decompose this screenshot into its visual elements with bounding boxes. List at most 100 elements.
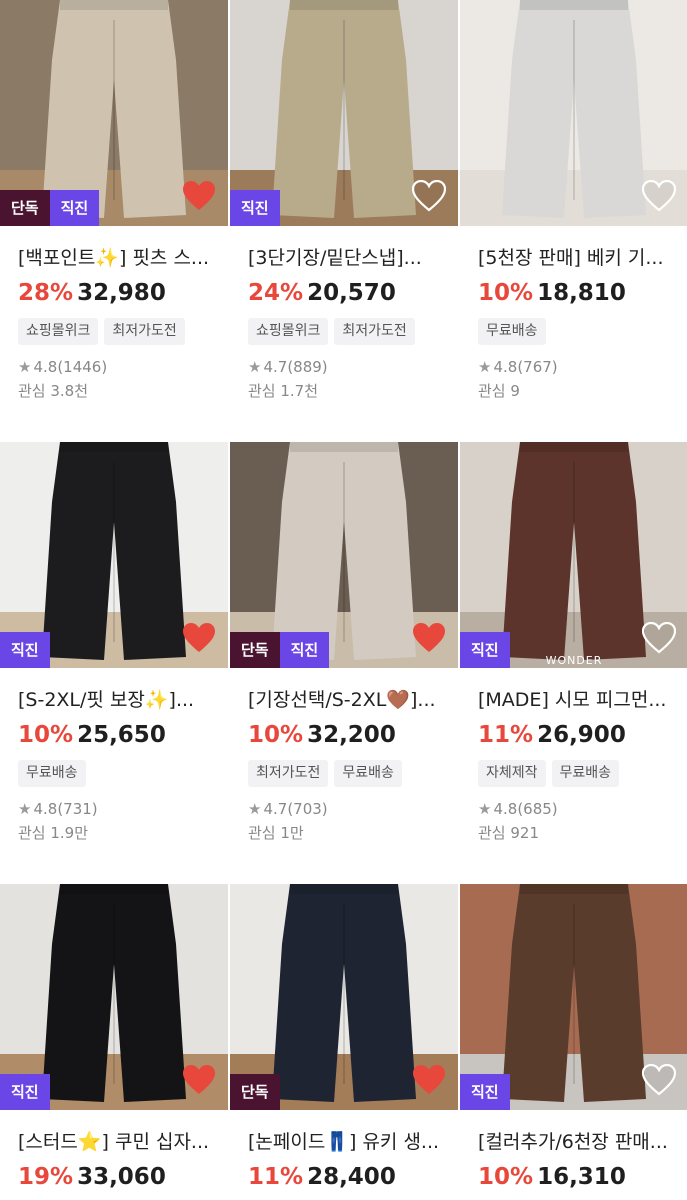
product-tag: 무료배송 [334, 760, 402, 787]
review-count: (1446) [57, 358, 108, 376]
product-tag: 쇼핑몰위크 [18, 318, 99, 345]
product-title[interactable]: [5천장 판매] 베키 기... [478, 246, 678, 270]
heart-outline-icon[interactable] [642, 180, 676, 212]
sale-price: 28,400 [307, 1164, 396, 1190]
product-image[interactable] [460, 0, 687, 226]
product-card[interactable]: 단독 직진 [백포인트✨] 핏츠 스... 28% 32,980 쇼핑몰위크 최저가도전 ★ 4… [0, 0, 228, 401]
review-count: (767) [517, 358, 558, 376]
heart-filled-icon[interactable] [412, 622, 446, 654]
star-icon: ★ [248, 800, 262, 818]
product-tag: 무료배송 [551, 760, 620, 787]
price-row: 11% 28,400 [248, 1162, 458, 1192]
discount-rate: 10% [248, 722, 304, 748]
star-icon: ★ [18, 800, 32, 818]
sale-price: 18,810 [537, 280, 626, 306]
price-row: 11% 26,900 [478, 720, 687, 750]
discount-rate: 10% [18, 722, 74, 748]
price-row: 10% 18,810 [478, 278, 687, 308]
tag-list: 자체제작 무료배송 [478, 760, 687, 787]
heart-filled-icon[interactable] [182, 180, 216, 212]
rating-row: ★ 4.8(685) [478, 799, 687, 819]
exclusive-badge: 단독 [230, 1074, 280, 1110]
badge-group: 직진 [0, 632, 50, 668]
product-card[interactable]: 직진 [컬러추가/6천장 판매... 10% 16,310 [460, 884, 687, 1192]
product-tag: 최저가도전 [334, 318, 415, 345]
review-count: (685) [517, 800, 558, 818]
interest-count: 관심 1만 [248, 824, 304, 842]
discount-rate: 11% [248, 1164, 304, 1190]
price-row: 10% 32,200 [248, 720, 458, 750]
badge-group: 단독 직진 [0, 190, 100, 226]
badge-group: 직진 [0, 1074, 50, 1110]
heart-filled-icon[interactable] [412, 1064, 446, 1096]
product-card[interactable]: 직진 [스터드⭐] 쿠민 십자... 19% 33,060 [0, 884, 228, 1192]
direct-badge: 직진 [460, 632, 510, 668]
exclusive-badge: 단독 [230, 632, 280, 668]
product-card[interactable]: 단독 직진 [기장선택/S-2XL🤎]... 10% 32,200 최저가도전 무료배송 ★ 4… [230, 442, 458, 843]
badge-group: 단독 직진 [230, 632, 330, 668]
product-image[interactable]: WONDER 직진 [460, 442, 687, 668]
product-title[interactable]: [3단기장/밑단스냅]... [248, 246, 448, 270]
product-grid: 단독 직진 [백포인트✨] 핏츠 스... 28% 32,980 쇼핑몰위크 최저가도전 ★ 4… [0, 0, 687, 1200]
price-row: 28% 32,980 [18, 278, 228, 308]
product-title[interactable]: [기장선택/S-2XL🤎]... [248, 688, 448, 712]
rating-value: 4.8 [33, 800, 58, 818]
star-icon: ★ [248, 358, 262, 376]
product-title[interactable]: [논페이드👖] 유키 생... [248, 1130, 448, 1154]
product-image[interactable]: 단독 직진 [0, 0, 228, 226]
tag-list: 쇼핑몰위크 최저가도전 [248, 318, 458, 345]
discount-rate: 11% [478, 722, 534, 748]
product-title[interactable]: [MADE] 시모 피그먼... [478, 688, 678, 712]
direct-badge: 직진 [49, 190, 100, 226]
heart-outline-icon[interactable] [642, 1064, 676, 1096]
product-tag: 쇼핑몰위크 [248, 318, 329, 345]
heart-outline-icon[interactable] [642, 622, 676, 654]
interest-count: 관심 1.9만 [18, 824, 89, 842]
rating-row: ★ 4.8(767) [478, 357, 687, 377]
price-row: 10% 25,650 [18, 720, 228, 750]
rating-row: ★ 4.7(889) [248, 357, 458, 377]
product-image[interactable]: 단독 [230, 884, 458, 1110]
rating-value: 4.8 [493, 800, 518, 818]
rating-row: ★ 4.7(703) [248, 799, 458, 819]
discount-rate: 24% [248, 280, 304, 306]
rating-value: 4.7 [263, 358, 288, 376]
badge-group: 직진 [230, 190, 280, 226]
product-title[interactable]: [스터드⭐] 쿠민 십자... [18, 1130, 218, 1154]
product-title[interactable]: [S-2XL/핏 보장✨]... [18, 688, 218, 712]
product-image[interactable]: 단독 직진 [230, 442, 458, 668]
rating-value: 4.8 [33, 358, 58, 376]
product-image[interactable]: 직진 [0, 442, 228, 668]
tag-list: 무료배송 [478, 318, 687, 345]
sale-price: 20,570 [307, 280, 396, 306]
discount-rate: 28% [18, 280, 74, 306]
product-title[interactable]: [백포인트✨] 핏츠 스... [18, 246, 218, 270]
interest-count: 관심 1.7천 [248, 382, 319, 400]
product-card[interactable]: [5천장 판매] 베키 기... 10% 18,810 무료배송 ★ 4.8(767) 관심… [460, 0, 687, 401]
rating-row: ★ 4.8(1446) [18, 357, 228, 377]
product-image[interactable]: 직진 [0, 884, 228, 1110]
product-image[interactable]: 직진 [230, 0, 458, 226]
discount-rate: 10% [478, 280, 534, 306]
sale-price: 32,200 [307, 722, 396, 748]
product-card[interactable]: 직진 [3단기장/밑단스냅]... 24% 20,570 쇼핑몰위크 최저가도전 ★ 4.7(… [230, 0, 458, 401]
product-card[interactable]: 단독 [논페이드👖] 유키 생... 11% 28,400 [230, 884, 458, 1192]
direct-badge: 직진 [0, 632, 50, 668]
review-count: (703) [287, 800, 328, 818]
sale-price: 32,980 [77, 280, 166, 306]
heart-outline-icon[interactable] [412, 180, 446, 212]
product-card[interactable]: 직진 [S-2XL/핏 보장✨]... 10% 25,650 무료배송 ★ 4.8(731)… [0, 442, 228, 843]
rating-value: 4.7 [263, 800, 288, 818]
tag-list: 최저가도전 무료배송 [248, 760, 458, 787]
product-image[interactable]: 직진 [460, 884, 687, 1110]
product-card[interactable]: WONDER 직진 [MADE] 시모 피그먼... 11% 26,900 자체제작 무료배… [460, 442, 687, 843]
product-title[interactable]: [컬러추가/6천장 판매... [478, 1130, 678, 1154]
tag-list: 무료배송 [18, 760, 228, 787]
star-icon: ★ [478, 358, 492, 376]
review-count: (889) [287, 358, 328, 376]
rating-value: 4.8 [493, 358, 518, 376]
badge-group: 직진 [460, 1074, 510, 1110]
heart-filled-icon[interactable] [182, 622, 216, 654]
heart-filled-icon[interactable] [182, 1064, 216, 1096]
discount-rate: 19% [18, 1164, 74, 1190]
